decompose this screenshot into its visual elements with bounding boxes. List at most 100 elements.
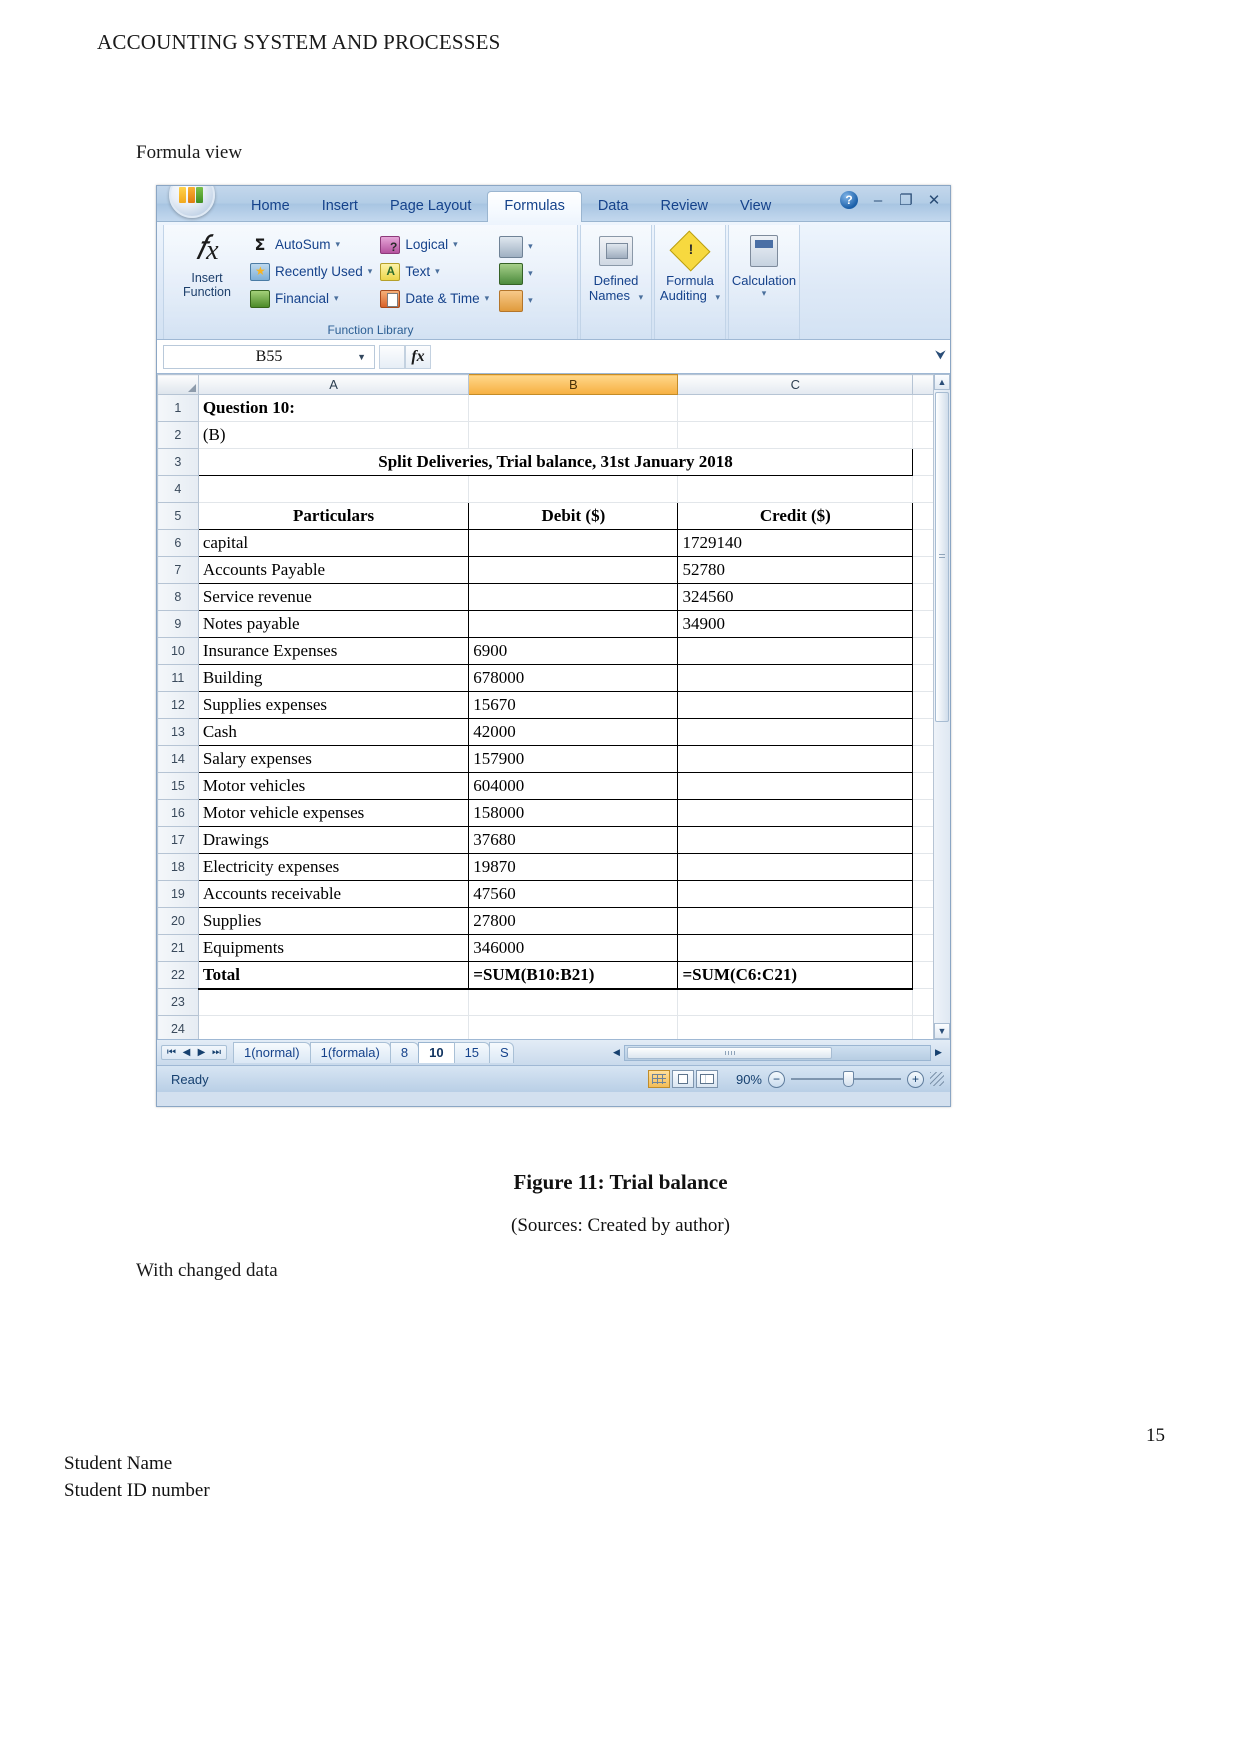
ribbon-group-formula-auditing[interactable]: Formula Auditing ▾ bbox=[654, 225, 726, 339]
row-header-14[interactable]: 14 bbox=[157, 745, 199, 773]
cell-c14[interactable] bbox=[677, 745, 914, 773]
cell-c15[interactable] bbox=[677, 772, 914, 800]
office-button[interactable] bbox=[169, 186, 215, 218]
ribbon-tab-home[interactable]: Home bbox=[235, 192, 306, 221]
sheet-tab-1-normal[interactable]: 1(normal) bbox=[233, 1042, 311, 1063]
cell-a9[interactable]: Notes payable bbox=[197, 610, 470, 638]
ribbon-tab-insert[interactable]: Insert bbox=[306, 192, 374, 221]
cell-a3-merged-title[interactable]: Split Deliveries, Trial balance, 31st Ja… bbox=[197, 448, 914, 476]
zoom-in-button[interactable]: + bbox=[907, 1070, 924, 1088]
row-header-5[interactable]: 5 bbox=[157, 502, 199, 530]
next-sheet-icon[interactable]: ▶ bbox=[195, 1047, 208, 1058]
chevron-down-icon[interactable]: ▾ bbox=[368, 266, 373, 277]
row-header-4[interactable]: 4 bbox=[157, 475, 199, 503]
previous-sheet-icon[interactable]: ◀ bbox=[180, 1047, 193, 1058]
cell-b22-total-formula[interactable]: =SUM(B10:B21) bbox=[468, 961, 679, 990]
math-trig-button[interactable]: ▾ bbox=[499, 260, 533, 287]
resize-grip-icon[interactable] bbox=[930, 1072, 944, 1086]
cell-b10[interactable]: 6900 bbox=[468, 637, 679, 665]
cell-a10[interactable]: Insurance Expenses bbox=[197, 637, 470, 665]
restore-icon[interactable]: ❐ bbox=[898, 191, 914, 209]
cell-c20[interactable] bbox=[677, 907, 914, 935]
ribbon-tab-view[interactable]: View bbox=[724, 192, 787, 221]
cell-c16[interactable] bbox=[677, 799, 914, 827]
row-header-1[interactable]: 1 bbox=[157, 394, 199, 422]
chevron-down-icon[interactable]: ▾ bbox=[435, 266, 440, 277]
chevron-down-icon[interactable]: ▾ bbox=[453, 239, 458, 250]
ribbon-tab-page-layout[interactable]: Page Layout bbox=[374, 192, 487, 221]
row-header-7[interactable]: 7 bbox=[157, 556, 199, 584]
cell-b21[interactable]: 346000 bbox=[468, 934, 679, 962]
row-header-24[interactable]: 24 bbox=[157, 1015, 199, 1039]
zoom-slider-thumb[interactable] bbox=[843, 1071, 854, 1087]
lookup-reference-button[interactable]: ▾ bbox=[499, 233, 533, 260]
scroll-down-icon[interactable]: ▼ bbox=[934, 1023, 950, 1039]
row-header-2[interactable]: 2 bbox=[157, 421, 199, 449]
cell-a2[interactable]: (B) bbox=[197, 421, 470, 449]
horizontal-scroll-track[interactable] bbox=[624, 1044, 931, 1061]
row-header-13[interactable]: 13 bbox=[157, 718, 199, 746]
row-header-18[interactable]: 18 bbox=[157, 853, 199, 881]
close-icon[interactable]: ✕ bbox=[926, 191, 942, 209]
formula-input[interactable] bbox=[435, 344, 924, 369]
cell-c22-total-formula[interactable]: =SUM(C6:C21) bbox=[677, 961, 914, 990]
autosum-button[interactable]: Σ AutoSum ▾ bbox=[246, 231, 376, 258]
cell-c19[interactable] bbox=[677, 880, 914, 908]
row-header-6[interactable]: 6 bbox=[157, 529, 199, 557]
chevron-down-icon[interactable]: ▾ bbox=[639, 292, 644, 302]
sheet-tab-15[interactable]: 15 bbox=[453, 1042, 491, 1063]
minimize-icon[interactable]: – bbox=[870, 192, 886, 209]
vertical-scroll-thumb[interactable] bbox=[935, 392, 949, 722]
cell-a15[interactable]: Motor vehicles bbox=[197, 772, 470, 800]
scroll-left-icon[interactable]: ◀ bbox=[609, 1045, 624, 1061]
cell-c11[interactable] bbox=[677, 664, 914, 692]
cell-c12[interactable] bbox=[677, 691, 914, 719]
sheet-tab-10[interactable]: 10 bbox=[418, 1042, 455, 1063]
cell-b18[interactable]: 19870 bbox=[468, 853, 679, 881]
cell-b7[interactable] bbox=[468, 556, 679, 584]
row-header-16[interactable]: 16 bbox=[157, 799, 199, 827]
logical-button[interactable]: Logical ▾ bbox=[376, 231, 493, 258]
cell-b20[interactable]: 27800 bbox=[468, 907, 679, 935]
cell-a16[interactable]: Motor vehicle expenses bbox=[197, 799, 470, 827]
sheet-tab-8[interactable]: 8 bbox=[389, 1042, 420, 1063]
row-header-12[interactable]: 12 bbox=[157, 691, 199, 719]
select-all-button[interactable] bbox=[157, 374, 199, 395]
page-layout-view-button[interactable] bbox=[672, 1070, 694, 1088]
cell-b12[interactable]: 15670 bbox=[468, 691, 679, 719]
cell-a7[interactable]: Accounts Payable bbox=[197, 556, 470, 584]
cell-a1[interactable]: Question 10: bbox=[197, 394, 470, 422]
chevron-down-icon[interactable]: ▾ bbox=[528, 295, 533, 306]
cell-b5-debit-header[interactable]: Debit ($) bbox=[468, 502, 679, 530]
scroll-right-icon[interactable]: ▶ bbox=[931, 1045, 946, 1061]
cell-c21[interactable] bbox=[677, 934, 914, 962]
vertical-scrollbar[interactable]: ▲ ▼ bbox=[933, 374, 950, 1039]
row-header-23[interactable]: 23 bbox=[157, 988, 199, 1016]
sheet-tab-1-formala[interactable]: 1(formala) bbox=[309, 1042, 391, 1063]
cell-c6[interactable]: 1729140 bbox=[677, 529, 914, 557]
row-header-19[interactable]: 19 bbox=[157, 880, 199, 908]
ribbon-group-calculation[interactable]: Calculation ▾ bbox=[728, 225, 800, 339]
cell-b19[interactable]: 47560 bbox=[468, 880, 679, 908]
ribbon-group-defined-names[interactable]: Defined Names ▾ bbox=[580, 225, 652, 339]
more-functions-button[interactable]: ▾ bbox=[499, 287, 533, 314]
chevron-down-icon[interactable]: ▾ bbox=[528, 268, 533, 279]
text-button[interactable]: Text ▾ bbox=[376, 258, 493, 285]
insert-function-button[interactable]: 𝑓x Insert Function bbox=[168, 227, 246, 319]
cell-b24[interactable] bbox=[468, 1015, 679, 1039]
cell-c23[interactable] bbox=[677, 988, 914, 1016]
row-header-17[interactable]: 17 bbox=[157, 826, 199, 854]
cell-a17[interactable]: Drawings bbox=[197, 826, 470, 854]
cell-a6[interactable]: capital bbox=[197, 529, 470, 557]
cell-b23[interactable] bbox=[468, 988, 679, 1016]
cell-a14[interactable]: Salary expenses bbox=[197, 745, 470, 773]
cell-a13[interactable]: Cash bbox=[197, 718, 470, 746]
cell-c2[interactable] bbox=[677, 421, 914, 449]
chevron-down-icon[interactable]: ▼ bbox=[357, 352, 366, 362]
cell-a24[interactable] bbox=[197, 1015, 470, 1039]
column-header-a[interactable]: A bbox=[197, 374, 470, 395]
cell-c9[interactable]: 34900 bbox=[677, 610, 914, 638]
chevron-down-icon[interactable]: ▾ bbox=[716, 292, 721, 302]
zoom-slider[interactable] bbox=[791, 1071, 901, 1087]
chevron-down-icon[interactable]: ▾ bbox=[336, 239, 341, 250]
